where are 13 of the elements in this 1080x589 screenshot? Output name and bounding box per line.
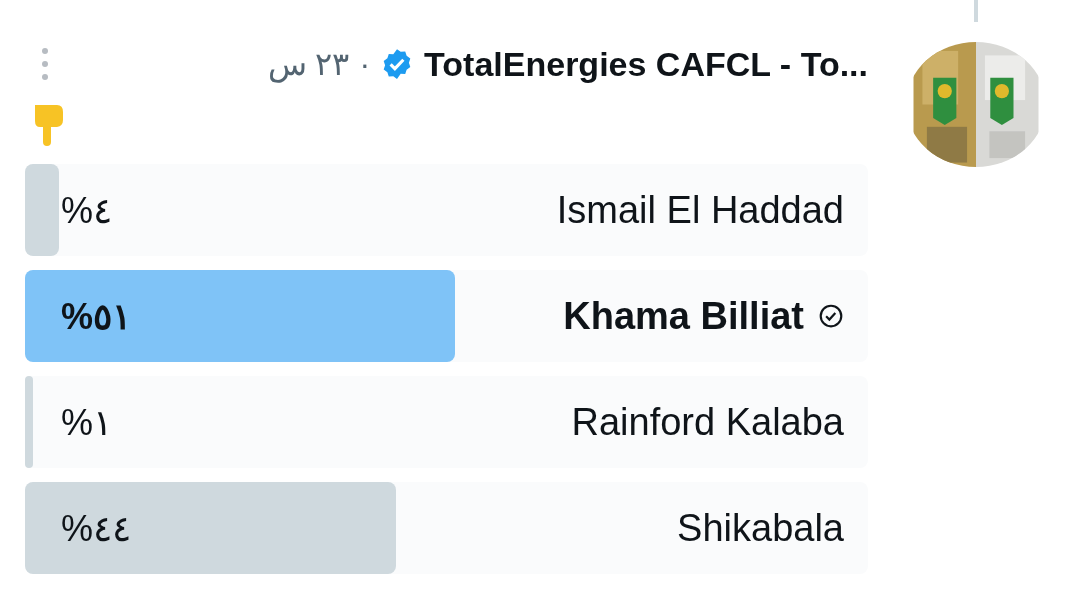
option-label: Ismail El Haddad xyxy=(556,188,844,232)
author-name[interactable]: TotalEnergies CAFCL - To... xyxy=(424,44,868,84)
more-icon[interactable] xyxy=(41,46,49,82)
option-label: Shikabala xyxy=(677,506,844,550)
timestamp: ٢٣ س xyxy=(267,45,350,83)
option-label: Rainford Kalaba xyxy=(571,400,844,444)
separator-dot: · xyxy=(359,45,371,83)
check-circle-icon xyxy=(818,303,844,329)
option-label: Khama Billiat xyxy=(563,294,804,338)
percentage: %٤ xyxy=(61,190,112,232)
percentage: %١ xyxy=(61,402,112,444)
percentage: %٥١ xyxy=(61,296,131,338)
percentage: %٤٤ xyxy=(61,508,131,550)
